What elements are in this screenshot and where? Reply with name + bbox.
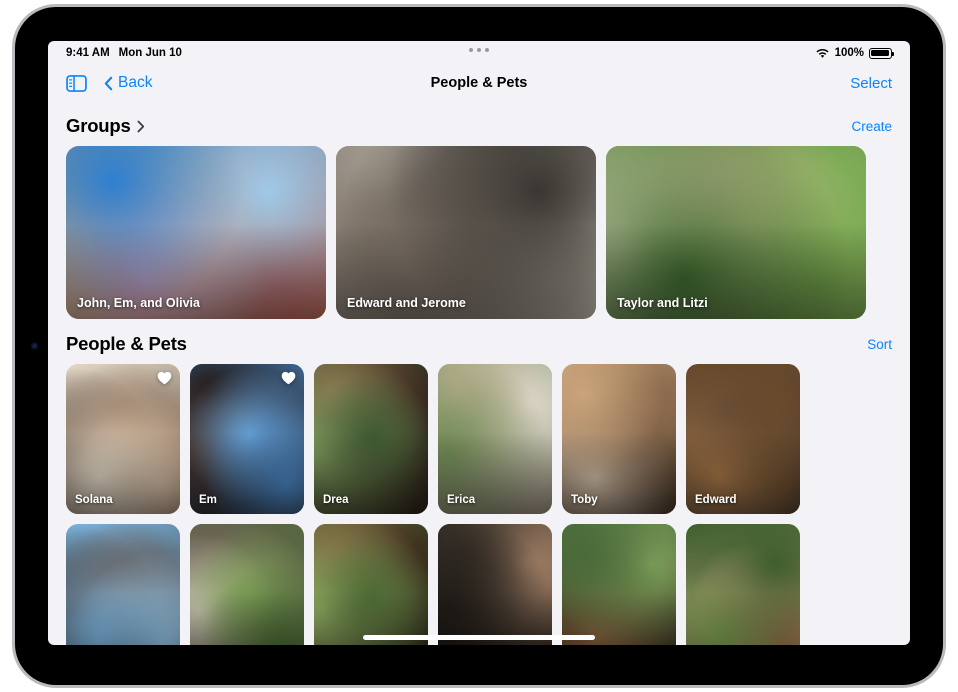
groups-row: John, Em, and Olivia Edward and Jerome Tay… [66, 146, 892, 319]
groups-section-header: Groups Create [66, 101, 892, 146]
main-content: Groups Create John, Em, and Olivia Edward… [48, 101, 910, 645]
device-frame: 9:41 AM Mon Jun 10 100% [12, 4, 946, 688]
person-tile[interactable] [562, 524, 676, 645]
page-title: People & Pets [48, 75, 910, 91]
person-name: Drea [323, 494, 349, 506]
sort-button[interactable]: Sort [867, 337, 892, 352]
group-card[interactable]: Edward and Jerome [336, 146, 596, 319]
person-name: Edward [695, 494, 737, 506]
groups-title-link[interactable]: Groups [66, 115, 145, 137]
person-tile[interactable]: Drea [314, 364, 428, 514]
heart-icon [281, 371, 296, 385]
person-tile[interactable]: Em [190, 364, 304, 514]
photo-scrim [686, 592, 800, 646]
person-tile[interactable] [66, 524, 180, 645]
person-tile[interactable]: Toby [562, 364, 676, 514]
create-group-button[interactable]: Create [851, 119, 892, 134]
person-name: Em [199, 494, 217, 506]
navigation-bar: Back People & Pets Select [48, 65, 910, 101]
status-date: Mon Jun 10 [119, 47, 182, 59]
person-tile[interactable] [438, 524, 552, 645]
people-grid: Solana Em Drea Erica Toby Edward [66, 364, 892, 645]
person-tile[interactable]: Erica [438, 364, 552, 514]
battery-icon [869, 48, 892, 59]
status-time: 9:41 AM [66, 47, 110, 59]
status-bar: 9:41 AM Mon Jun 10 100% [48, 41, 910, 65]
person-tile[interactable] [314, 524, 428, 645]
back-button[interactable]: Back [104, 74, 152, 92]
battery-percent-label: 100% [835, 47, 864, 59]
heart-icon [157, 371, 172, 385]
sidebar-toggle-icon[interactable] [66, 75, 87, 92]
group-card[interactable]: John, Em, and Olivia [66, 146, 326, 319]
person-tile[interactable]: Solana [66, 364, 180, 514]
photo-scrim [66, 592, 180, 646]
group-caption: John, Em, and Olivia [77, 296, 200, 310]
people-section-title: People & Pets [66, 333, 187, 355]
select-button[interactable]: Select [850, 75, 892, 92]
screen: 9:41 AM Mon Jun 10 100% [48, 41, 910, 645]
people-section-header: People & Pets Sort [66, 319, 892, 364]
back-button-label: Back [118, 74, 152, 92]
person-tile[interactable] [190, 524, 304, 645]
group-caption: Edward and Jerome [347, 296, 466, 310]
groups-section-title: Groups [66, 115, 131, 137]
person-name: Erica [447, 494, 475, 506]
wifi-icon [815, 48, 830, 59]
photo-scrim [190, 592, 304, 646]
person-name: Toby [571, 494, 598, 506]
person-tile[interactable]: Edward [686, 364, 800, 514]
home-indicator[interactable] [363, 635, 595, 640]
chevron-right-icon [137, 120, 145, 133]
chevron-left-icon [104, 76, 113, 91]
group-card[interactable]: Taylor and Litzi [606, 146, 866, 319]
front-camera-icon [31, 343, 38, 350]
group-caption: Taylor and Litzi [617, 296, 708, 310]
person-tile[interactable] [686, 524, 800, 645]
person-name: Solana [75, 494, 113, 506]
device-bezel: 9:41 AM Mon Jun 10 100% [15, 7, 943, 685]
